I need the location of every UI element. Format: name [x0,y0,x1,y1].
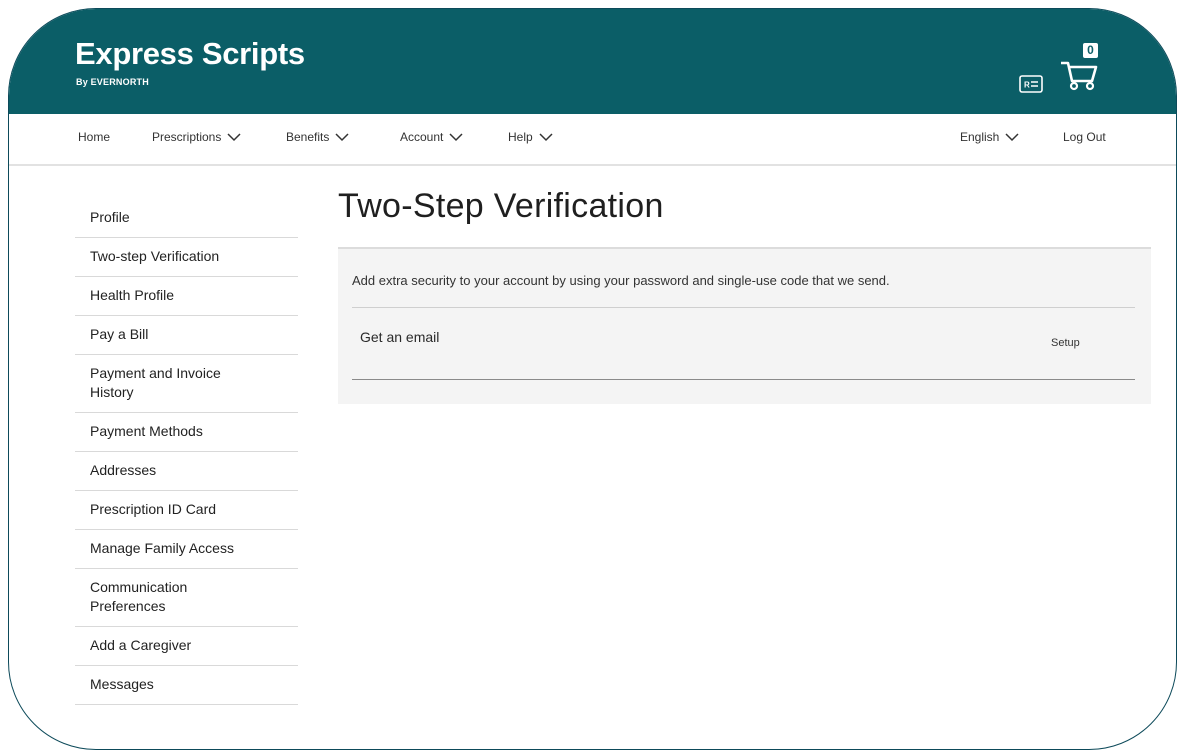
sidebar-item-addresses[interactable]: Addresses [75,452,298,491]
page-title: Two-Step Verification [338,187,664,225]
brand-sub-logo: By EVERNORTH [76,77,149,87]
panel-description: Add extra security to your account by us… [352,273,890,288]
setup-link[interactable]: Setup [1051,337,1080,349]
nav-home-label: Home [78,130,111,144]
cart-count-badge: 0 [1083,43,1098,58]
nav-account[interactable]: Account [400,130,464,144]
sidebar-item-add-a-caregiver[interactable]: Add a Caregiver [75,627,298,666]
divider [352,379,1135,380]
id-card-icon[interactable]: R [1019,75,1043,93]
chevron-down-icon [335,133,349,142]
nav-prescriptions[interactable]: Prescriptions [152,130,242,144]
email-option-label: Get an email [360,329,440,345]
chevron-down-icon [227,133,241,142]
chevron-down-icon [449,133,463,142]
nav-help-label: Help [508,130,533,144]
sidebar-item-payment-methods[interactable]: Payment Methods [75,413,298,452]
site-header: Express Scripts By EVERNORTH R 0 [9,9,1176,114]
logout-link[interactable]: Log Out [1063,130,1106,144]
nav-home[interactable]: Home [78,130,110,144]
sidebar-item-manage-family-access[interactable]: Manage Family Access [75,530,298,569]
language-select[interactable]: English [960,130,1020,144]
account-sidebar: Profile Two-step Verification Health Pro… [75,200,298,705]
language-label: English [960,130,1000,144]
app-frame: Express Scripts By EVERNORTH R 0 Home Pr… [8,8,1177,750]
nav-benefits[interactable]: Benefits [286,130,350,144]
sidebar-item-pay-a-bill[interactable]: Pay a Bill [75,316,298,355]
nav-benefits-label: Benefits [286,130,330,144]
top-nav: Home Prescriptions Benefits Account Help… [9,114,1176,166]
chevron-down-icon [539,133,553,142]
brand-logo[interactable]: Express Scripts [75,36,305,72]
nav-prescriptions-label: Prescriptions [152,130,222,144]
cart-icon[interactable] [1059,55,1099,91]
verification-panel: Add extra security to your account by us… [338,247,1151,404]
sidebar-item-payment-invoice-history[interactable]: Payment and Invoice History [75,355,298,413]
sidebar-item-communication-preferences[interactable]: Communication Preferences [75,569,298,627]
nav-help[interactable]: Help [508,130,554,144]
sidebar-item-profile[interactable]: Profile [75,200,298,238]
sidebar-item-messages[interactable]: Messages [75,666,298,705]
sidebar-item-health-profile[interactable]: Health Profile [75,277,298,316]
logout-label: Log Out [1063,130,1106,144]
nav-account-label: Account [400,130,444,144]
sidebar-item-two-step-verification[interactable]: Two-step Verification [75,238,298,277]
chevron-down-icon [1005,133,1019,142]
divider [352,307,1135,308]
sidebar-item-prescription-id-card[interactable]: Prescription ID Card [75,491,298,530]
svg-text:R: R [1024,81,1030,90]
